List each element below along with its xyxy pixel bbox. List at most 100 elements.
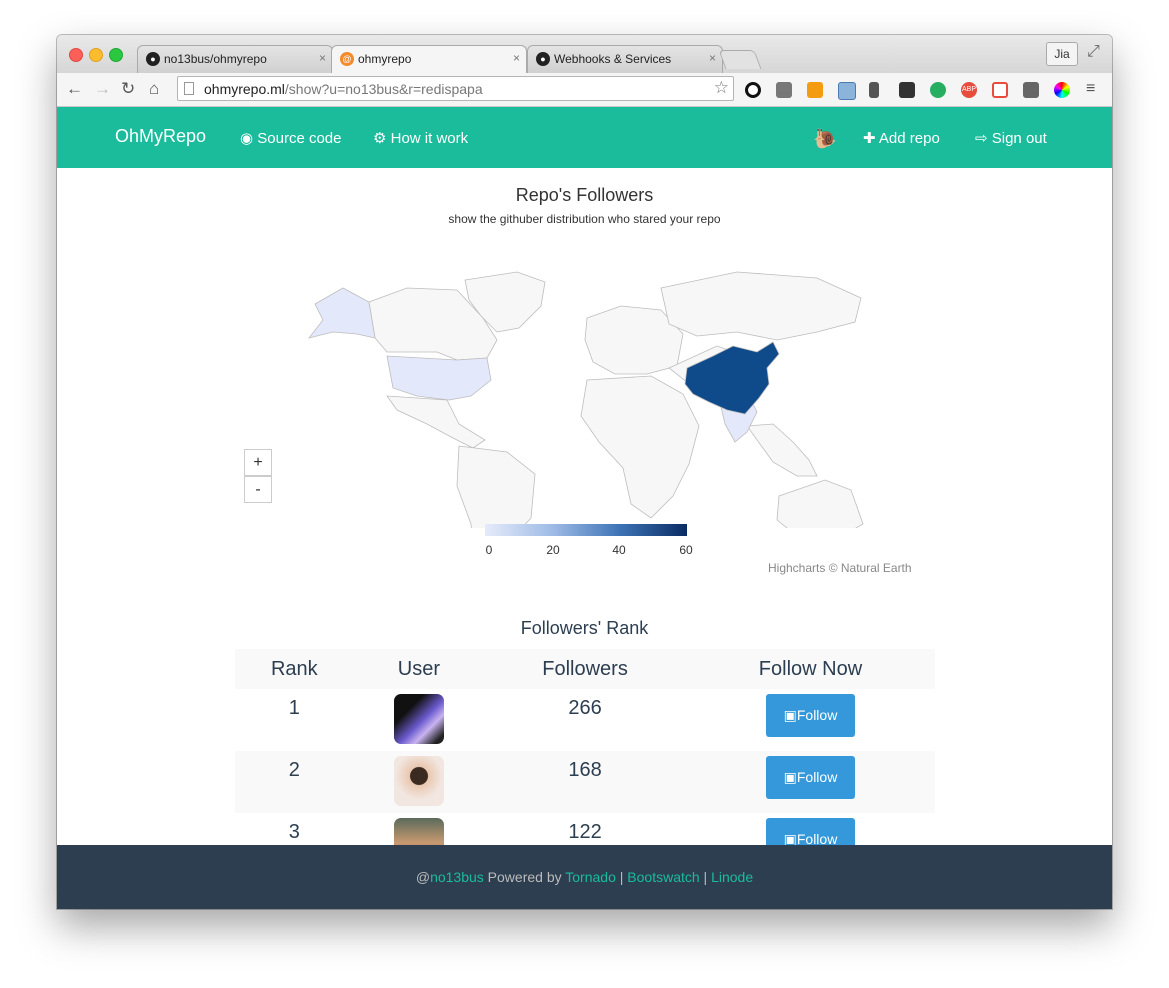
cross-ext-icon[interactable]	[992, 82, 1008, 98]
column-header: Follow Now	[685, 649, 935, 689]
southeast-asia-shape	[746, 423, 818, 477]
alaska-shape	[307, 287, 376, 339]
minimize-window-button[interactable]	[89, 48, 103, 62]
footer-linode-link[interactable]: Linode	[711, 869, 753, 885]
add-repo-label: Add repo	[878, 130, 940, 147]
url-host: ohmyrepo.ml	[204, 81, 285, 97]
user-cell	[354, 689, 485, 751]
address-bar[interactable]: ohmyrepo.ml/show?u=no13bus&r=redispapa ☆	[177, 76, 734, 101]
how-it-work-link[interactable]: ⚙ How it work	[373, 129, 468, 147]
color-axis-tick: 40	[612, 543, 626, 557]
page-icon	[184, 82, 194, 95]
bookmark-ext-icon[interactable]	[838, 82, 856, 100]
avatar[interactable]	[393, 694, 444, 744]
home-icon[interactable]: ⌂	[149, 79, 159, 99]
extension-circle-icon[interactable]	[745, 82, 761, 98]
translate-icon[interactable]	[807, 82, 823, 98]
followers-cell: 168	[484, 751, 686, 813]
github-icon: ●	[536, 52, 550, 66]
tab-ohmyrepo[interactable]: @ ohmyrepo ×	[331, 45, 527, 73]
color-axis-tick: 60	[679, 543, 693, 557]
follow-cell: ▣Follow	[686, 689, 935, 751]
octocat-icon: ▣	[783, 831, 797, 845]
table-header-row: Rank User Followers Follow Now	[235, 649, 935, 689]
brand-link[interactable]: OhMyRepo	[115, 126, 206, 147]
octocat-icon: ▣	[783, 707, 797, 723]
tab-title: ohmyrepo	[358, 52, 412, 66]
tab-webhooks-services[interactable]: ● Webhooks & Services ×	[527, 45, 723, 73]
bookmark-star-icon[interactable]: ☆	[714, 78, 729, 98]
map-title: Repo's Followers	[515, 185, 654, 205]
color-axis-tick: 20	[546, 543, 560, 557]
ext-green-icon[interactable]	[930, 82, 946, 98]
sign-out-icon: ⇨	[975, 130, 992, 147]
evernote-icon[interactable]	[899, 82, 915, 98]
new-tab-button[interactable]	[718, 50, 762, 69]
map-zoom-in-button[interactable]: +	[244, 449, 272, 476]
snail-favicon-icon: @	[340, 52, 354, 66]
column-header: Rank	[235, 649, 354, 689]
follow-button[interactable]: ▣Follow	[765, 694, 855, 737]
adblock-icon[interactable]: ABP	[961, 82, 977, 98]
tab-close-icon[interactable]: ×	[513, 51, 520, 65]
follow-label: Follow	[796, 707, 838, 723]
avatar[interactable]	[393, 818, 444, 845]
map-color-axis	[485, 524, 687, 536]
source-code-link[interactable]: ◉ Source code	[240, 129, 342, 147]
south-america-shape	[456, 445, 536, 528]
tab-close-icon[interactable]: ×	[709, 51, 716, 65]
octocat-icon: ▣	[783, 769, 797, 785]
color-axis-tick: 0	[485, 543, 493, 557]
map-zoom-out-button[interactable]: -	[244, 476, 272, 503]
footer-user-link[interactable]: no13bus	[430, 869, 484, 885]
world-map[interactable]	[57, 228, 1112, 528]
url-text: ohmyrepo.ml/show?u=no13bus&r=redispapa	[204, 81, 483, 97]
usa-shape	[386, 355, 492, 401]
reload-icon[interactable]: ↻	[121, 79, 135, 99]
color-picker-icon[interactable]	[1054, 82, 1070, 98]
table-row: 2 168 ▣Follow	[235, 751, 935, 813]
footer-separator: |	[615, 869, 628, 885]
plus-icon: ✚	[863, 130, 879, 147]
column-header: User	[353, 649, 485, 689]
pocket-icon[interactable]	[776, 82, 792, 98]
profile-button[interactable]: Jia	[1046, 42, 1078, 66]
footer-separator: |	[699, 869, 712, 885]
column-header: Followers	[484, 649, 686, 689]
map-subtitle: show the githuber distribution who stare…	[448, 212, 721, 226]
close-window-button[interactable]	[69, 48, 83, 62]
tab-strip: ● no13bus/ohmyrepo × @ ohmyrepo × ● Webh…	[57, 35, 1112, 73]
follow-button[interactable]: ▣Follow	[765, 756, 855, 799]
footer-tornado-link[interactable]: Tornado	[565, 869, 616, 885]
site-navbar: OhMyRepo ◉ Source code ⚙ How it work 🐌 ✚…	[57, 107, 1112, 168]
africa-shape	[580, 375, 700, 519]
map-credits-link[interactable]: Highcharts © Natural Earth	[768, 561, 912, 575]
user-cell	[354, 813, 485, 845]
followers-cell: 266	[568, 697, 602, 719]
avatar[interactable]	[393, 756, 444, 806]
table-row: 1 266 ▣Follow	[235, 689, 935, 751]
footer-bootswatch-link[interactable]: Bootswatch	[627, 869, 699, 885]
menu-icon[interactable]: ≡	[1086, 80, 1095, 98]
tab-close-icon[interactable]: ×	[319, 51, 326, 65]
zoom-window-button[interactable]	[109, 48, 123, 62]
image-ext-icon[interactable]	[1023, 82, 1039, 98]
tab-no13bus-ohmyrepo[interactable]: ● no13bus/ohmyrepo ×	[137, 45, 333, 73]
sign-out-link[interactable]: ⇨ Sign out	[975, 129, 1047, 147]
forward-icon[interactable]: →	[94, 79, 111, 99]
github-icon: ●	[146, 52, 160, 66]
gears-icon: ⚙	[373, 130, 391, 147]
site-footer: @no13bus Powered by Tornado | Bootswatch…	[57, 845, 1112, 909]
fullscreen-icon[interactable]: ⤢	[1087, 43, 1100, 61]
sign-out-label: Sign out	[991, 130, 1047, 147]
github-icon: ◉	[240, 130, 258, 147]
back-icon[interactable]: ←	[66, 79, 83, 99]
pin-ext-icon[interactable]	[869, 82, 879, 98]
tab-title: no13bus/ohmyrepo	[164, 52, 267, 66]
footer-text: @no13bus Powered by Tornado | Bootswatch…	[57, 869, 1112, 885]
rank-cell: 2	[235, 751, 354, 813]
add-repo-link[interactable]: ✚ Add repo	[863, 129, 940, 147]
follow-button[interactable]: ▣Follow	[765, 818, 855, 845]
rank-cell: 3	[288, 821, 300, 843]
china-shape	[684, 341, 780, 415]
